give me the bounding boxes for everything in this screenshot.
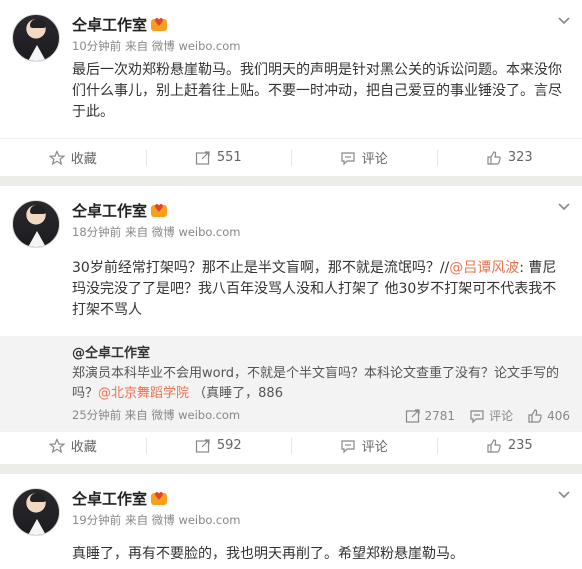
post-meta: 18分钟前 来自 微博 weibo.com	[72, 224, 244, 240]
divider	[0, 176, 582, 186]
post-text: 30岁前经常打架吗？那不止是半文盲啊，那不就是流氓吗？//@吕谭风波: 曹尼玛没…	[0, 258, 582, 321]
share-icon	[405, 408, 421, 424]
comment-button[interactable]: 评论	[291, 427, 437, 464]
avatar[interactable]	[12, 200, 60, 248]
thumbs-up-icon	[527, 408, 543, 424]
comment-button[interactable]: 评论	[291, 139, 437, 176]
post-meta: 10分钟前 来自 微博 weibo.com	[72, 38, 244, 54]
post-text: 最后一次劝郑粉悬崖勒马。我们明天的声明是针对黑公关的诉讼问题。本来没你们什么事儿…	[72, 62, 562, 120]
repost-like-count: 406	[547, 409, 570, 423]
repost-button[interactable]: 551	[145, 139, 292, 176]
like-count: 323	[507, 150, 533, 165]
post-text: 真睡了，再有不要脸的，我也明天再削了。希望郑粉悬崖勒马。	[72, 546, 464, 562]
comment-icon	[340, 438, 356, 454]
comment-icon	[469, 408, 485, 424]
favorite-button[interactable]: 收藏	[0, 427, 146, 464]
repost-comment-button[interactable]: 评论	[469, 406, 513, 426]
repost-time[interactable]: 25分钟前	[72, 408, 121, 422]
repost-comment-label: 评论	[489, 409, 514, 423]
favorite-label: 收藏	[70, 440, 97, 455]
post-text-part: 30岁前经常打架吗？那不止是半文盲啊，那不就是流氓吗？//	[72, 260, 450, 276]
mention-link[interactable]: @吕谭风波	[449, 260, 519, 276]
comment-label: 评论	[361, 440, 388, 455]
author-name-text[interactable]: 仝卓工作室	[72, 16, 147, 34]
author-name[interactable]: 仝卓工作室	[72, 14, 168, 35]
post-time[interactable]: 19分钟前	[72, 513, 121, 527]
repost-like-button[interactable]: 406	[527, 406, 570, 426]
star-icon	[48, 149, 65, 166]
action-bar: 收藏 592 评论 235	[0, 426, 582, 464]
repost-block[interactable]: @仝卓工作室 郑演员本科毕业不会用word，不就是个半文盲吗？本科论文查重了没有…	[0, 336, 582, 432]
thumbs-up-icon	[486, 150, 502, 166]
vip-badge-icon	[151, 202, 168, 217]
like-button[interactable]: 235	[436, 427, 582, 464]
post-meta: 19分钟前 来自 微博 weibo.com	[72, 512, 244, 528]
repost-count: 551	[216, 150, 242, 165]
vip-badge-icon	[151, 490, 168, 505]
share-icon	[195, 150, 211, 166]
mention-link[interactable]: @北京舞蹈学院	[98, 386, 189, 401]
like-button[interactable]: 323	[436, 139, 582, 176]
post-header: 仝卓工作室 19分钟前来自 微博 weibo.com	[0, 474, 582, 536]
avatar[interactable]	[12, 488, 60, 536]
chevron-down-icon[interactable]	[556, 198, 572, 214]
post-source: 来自 微博 weibo.com	[125, 225, 241, 239]
post-header: 仝卓工作室 18分钟前来自 微博 weibo.com	[0, 186, 582, 248]
avatar[interactable]	[12, 14, 60, 62]
divider	[0, 464, 582, 474]
repost-repost-button[interactable]: 2781	[405, 406, 456, 426]
comment-icon	[340, 150, 356, 166]
author-name-text[interactable]: 仝卓工作室	[72, 202, 147, 220]
repost-author[interactable]: @仝卓工作室	[72, 346, 150, 361]
repost-source: 来自 微博 weibo.com	[124, 408, 241, 422]
chevron-down-icon[interactable]	[556, 486, 572, 502]
post-card: 仝卓工作室 19分钟前来自 微博 weibo.com 真睡了，再有不要脸的，我也…	[0, 474, 582, 569]
chevron-down-icon[interactable]	[556, 12, 572, 28]
like-count: 235	[507, 438, 533, 453]
repost-meta: 25分钟前 来自 微博 weibo.com	[72, 405, 240, 425]
author-name[interactable]: 仝卓工作室	[72, 200, 168, 221]
star-icon	[48, 437, 65, 454]
author-name[interactable]: 仝卓工作室	[72, 488, 168, 509]
post-source: 来自 微博 weibo.com	[125, 39, 241, 53]
vip-badge-icon	[151, 16, 168, 31]
repost-text-part: （真睡了，886	[189, 386, 283, 401]
comment-label: 评论	[361, 152, 388, 167]
repost-count: 592	[216, 438, 242, 453]
repost-actions: 2781 评论 406	[405, 406, 570, 426]
share-icon	[195, 438, 211, 454]
favorite-button[interactable]: 收藏	[0, 139, 146, 176]
post-time[interactable]: 18分钟前	[72, 225, 121, 239]
favorite-label: 收藏	[70, 152, 97, 167]
post-card: 仝卓工作室 18分钟前来自 微博 weibo.com 30岁前经常打架吗？那不止…	[0, 186, 582, 464]
thumbs-up-icon	[486, 438, 502, 454]
action-bar: 收藏 551 评论 323	[0, 138, 582, 176]
author-name-text[interactable]: 仝卓工作室	[72, 490, 147, 508]
repost-button[interactable]: 592	[145, 427, 292, 464]
post-header: 仝卓工作室 10分钟前来自 微博 weibo.com	[0, 0, 582, 62]
repost-repost-count: 2781	[424, 409, 456, 423]
repost-text: @仝卓工作室 郑演员本科毕业不会用word，不就是个半文盲吗？本科论文查重了没有…	[72, 344, 564, 404]
post-source: 来自 微博 weibo.com	[125, 513, 241, 527]
post-time[interactable]: 10分钟前	[72, 39, 121, 53]
post-card: 仝卓工作室 10分钟前来自 微博 weibo.com 最后一次劝郑粉悬崖勒马。我…	[0, 0, 582, 176]
